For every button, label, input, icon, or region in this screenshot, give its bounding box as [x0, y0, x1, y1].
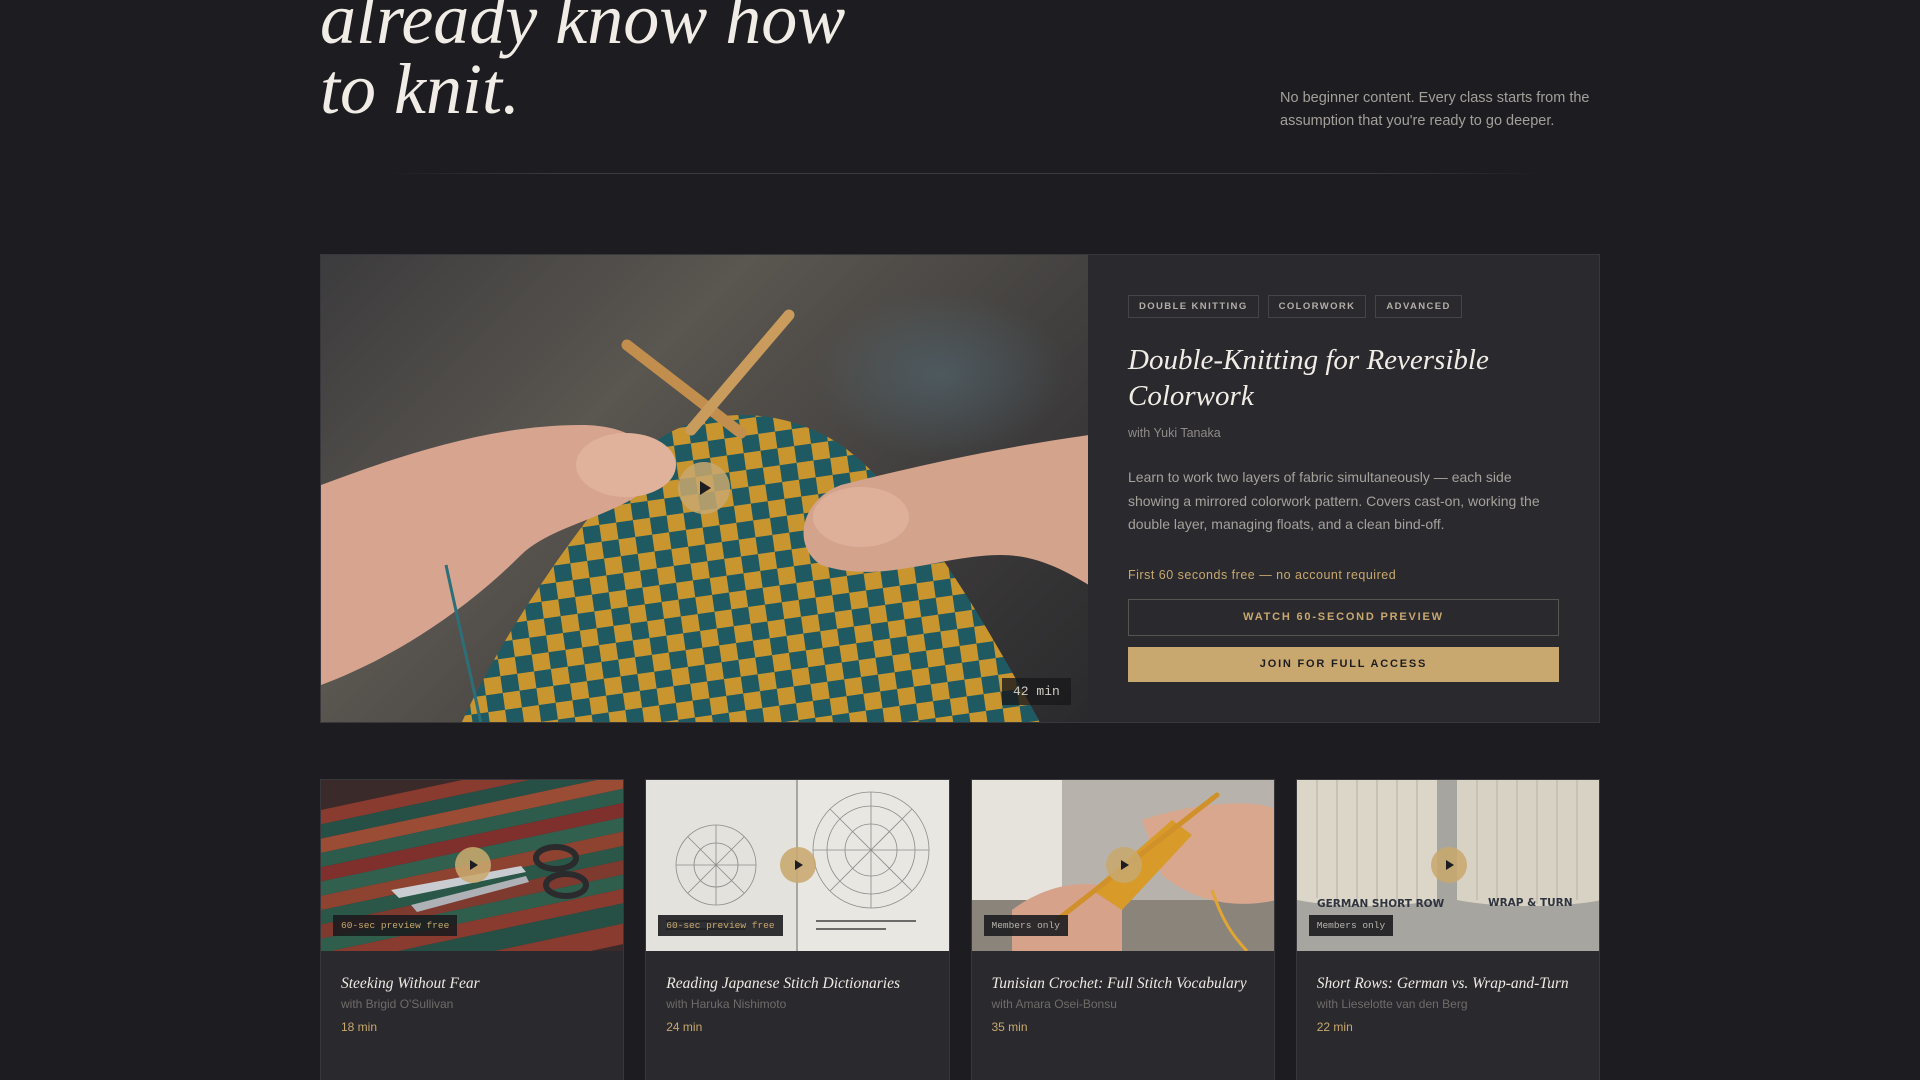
card-thumbnail[interactable]: Members only: [971, 780, 1274, 951]
featured-instructor: with Yuki Tanaka: [1128, 426, 1221, 440]
card-title[interactable]: Tunisian Crochet: Full Stitch Vocabulary: [992, 973, 1254, 995]
tag-double-knitting[interactable]: DOUBLE KNITTING: [1128, 295, 1259, 318]
section-divider: [384, 173, 1544, 174]
duration-badge: 42 min: [1002, 678, 1071, 705]
tag-list: DOUBLE KNITTING COLORWORK ADVANCED: [1128, 295, 1559, 318]
class-card-grid: 60-sec preview free Steeking Without Fea…: [320, 779, 1600, 1080]
card-instructor: with Brigid O'Sullivan: [341, 997, 454, 1011]
members-badge: Members only: [983, 915, 1068, 936]
class-card-steeking[interactable]: 60-sec preview free Steeking Without Fea…: [320, 779, 625, 1080]
watch-preview-button[interactable]: WATCH 60-SECOND PREVIEW: [1128, 598, 1559, 636]
hero-title: already know how to knit.: [320, 0, 845, 125]
tag-colorwork[interactable]: COLORWORK: [1267, 295, 1367, 318]
card-duration: 22 min: [1316, 1020, 1353, 1034]
class-card-short-rows[interactable]: GERMAN SHORT ROW WRAP & TURN Members onl…: [1295, 779, 1600, 1080]
featured-video[interactable]: 42 min: [321, 255, 1088, 722]
card-title[interactable]: Steeking Without Fear: [341, 973, 603, 995]
image-label-german: GERMAN SHORT ROW: [1317, 898, 1445, 910]
play-icon[interactable]: [455, 847, 491, 883]
featured-title: Double-Knitting for Reversible Colorwork: [1128, 344, 1489, 412]
play-icon[interactable]: [1105, 847, 1142, 883]
card-thumbnail[interactable]: 60-sec preview free: [321, 780, 624, 951]
image-label-wrap: WRAP & TURN: [1488, 897, 1573, 909]
card-duration: 24 min: [666, 1020, 703, 1034]
card-duration: 18 min: [341, 1020, 378, 1034]
card-instructor: with Haruka Nishimoto: [666, 997, 787, 1011]
preview-badge: 60-sec preview free: [658, 915, 783, 936]
play-icon[interactable]: [1430, 847, 1467, 883]
card-instructor: with Amara Osei-Bonsu: [991, 997, 1117, 1011]
hero-title-line-2: to knit.: [320, 49, 520, 129]
class-card-japanese-stitch[interactable]: 60-sec preview free Reading Japanese Sti…: [645, 779, 950, 1080]
card-duration: 35 min: [991, 1020, 1028, 1034]
featured-info: DOUBLE KNITTING COLORWORK ADVANCED Doubl…: [1088, 255, 1599, 722]
featured-description: Learn to work two layers of fabric simul…: [1128, 469, 1540, 532]
card-title[interactable]: Reading Japanese Stitch Dictionaries: [666, 973, 928, 995]
preview-badge: 60-sec preview free: [333, 915, 458, 936]
join-button[interactable]: JOIN FOR FULL ACCESS: [1128, 646, 1559, 682]
featured-class: 42 min DOUBLE KNITTING COLORWORK ADVANCE…: [320, 254, 1600, 723]
play-icon[interactable]: [678, 462, 730, 514]
tag-advanced[interactable]: ADVANCED: [1375, 295, 1462, 318]
members-badge: Members only: [1308, 915, 1394, 936]
play-icon[interactable]: [780, 847, 817, 883]
card-thumbnail[interactable]: 60-sec preview free: [646, 780, 949, 951]
hero-subtitle: No beginner content. Every class starts …: [1280, 90, 1590, 129]
card-instructor: with Lieselotte van den Berg: [1316, 997, 1468, 1011]
class-card-tunisian-crochet[interactable]: Members only Tunisian Crochet: Full Stit…: [970, 779, 1275, 1080]
free-preview-note: First 60 seconds free — no account requi…: [1128, 567, 1397, 582]
card-title[interactable]: Short Rows: German vs. Wrap-and-Turn: [1317, 973, 1579, 995]
card-thumbnail[interactable]: GERMAN SHORT ROW WRAP & TURN Members onl…: [1296, 780, 1599, 951]
